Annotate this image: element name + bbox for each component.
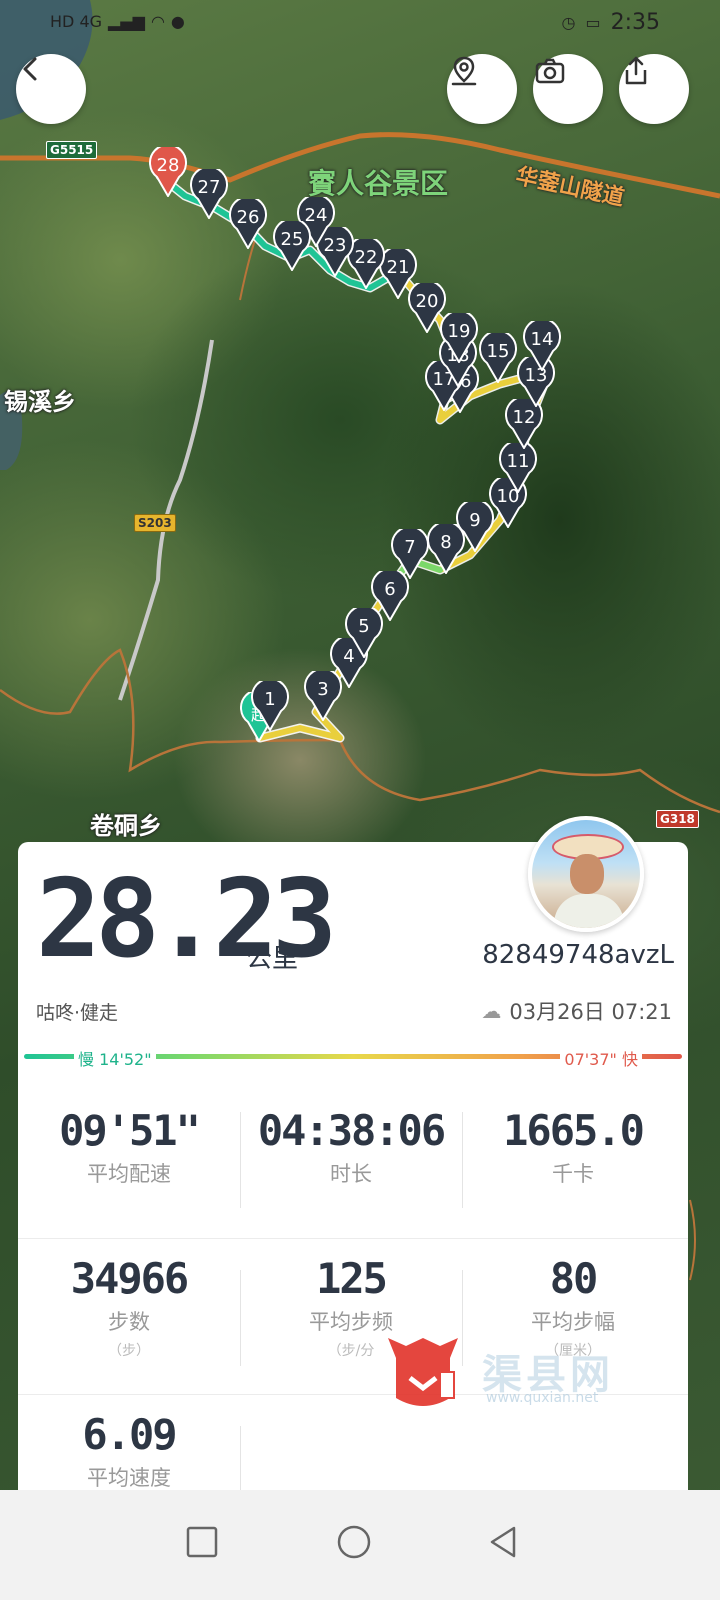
route-marker-label: 14 (530, 329, 554, 350)
stat-duration: 04:38:06 时长 (240, 1106, 462, 1188)
stat-avg-speed: 6.09 平均速度 (18, 1410, 240, 1492)
route-marker-15[interactable]: 15 (479, 333, 517, 383)
home-button[interactable] (324, 1512, 384, 1572)
watermark-sub: www.quxian.net (486, 1390, 599, 1406)
back-nav-button[interactable] (474, 1512, 534, 1572)
route-marker-7[interactable]: 7 (391, 529, 429, 579)
activity-type: 咕咚·健走 (36, 1002, 119, 1024)
location-icon (451, 56, 477, 86)
share-icon (625, 56, 647, 85)
stat-value: 04:38:06 (257, 1106, 446, 1155)
battery-icon: ▭ (585, 12, 601, 32)
route-marker-26[interactable]: 26 (229, 199, 267, 249)
route-marker-label: 7 (404, 537, 416, 558)
place-scenic-area: 賨人谷景区 (308, 167, 449, 200)
back-icon (23, 57, 37, 81)
stat-value: 34966 (70, 1254, 189, 1303)
route-marker-label: 6 (384, 579, 396, 600)
stat-value: 80 (549, 1254, 599, 1303)
stat-avg-pace: 09'51" 平均配速 (18, 1106, 240, 1188)
camera-icon (535, 58, 565, 84)
route-marker-label: 1 (264, 689, 276, 710)
stat-value: 1665.0 (503, 1106, 645, 1155)
activity-datetime: ☁ 03月26日 07:21 (481, 996, 672, 1026)
route-marker-25[interactable]: 25 (273, 221, 311, 271)
username: 82849748avzL (482, 940, 674, 970)
pace-slow-label: 慢 14'52" (74, 1046, 156, 1070)
route-marker-label: 12 (512, 407, 536, 428)
stat-value: 6.09 (82, 1410, 177, 1459)
road-shield-provincial: S203 (134, 514, 176, 532)
stat-value: 125 (316, 1254, 388, 1303)
status-bar: HD 4G ▂▄▆ ◠ ● ◷ ▭ 2:35 (0, 0, 720, 48)
clock-time: 2:35 (610, 10, 660, 35)
stat-calories: 1665.0 千卡 (462, 1106, 684, 1188)
road-shield-national: G318 (656, 810, 699, 828)
route-marker-14[interactable]: 14 (523, 321, 561, 371)
route-marker-27[interactable]: 27 (190, 169, 228, 219)
back-nav-icon (490, 1526, 516, 1558)
alarm-icon: ◷ (561, 12, 576, 32)
route-marker-11[interactable]: 11 (499, 443, 537, 493)
location-button[interactable] (447, 54, 517, 124)
route-marker-label: 15 (486, 341, 510, 362)
network-label: HD 4G (50, 12, 103, 31)
share-button[interactable] (619, 54, 689, 124)
system-nav-bar (0, 1490, 720, 1600)
stat-unit: （步） (108, 1343, 150, 1360)
camera-button[interactable] (533, 54, 603, 124)
recent-apps-icon (186, 1526, 218, 1558)
watermark-logo-icon (388, 1338, 458, 1406)
road-shield-expressway: G5515 (46, 141, 98, 159)
wifi-icon: ◠ (150, 12, 165, 31)
avatar[interactable] (528, 816, 644, 932)
back-button[interactable] (16, 54, 86, 124)
summary-card: 28.23 公里 82849748avzL 咕咚·健走 ☁ 03月26日 07:… (18, 816, 688, 1522)
route-marker-label: 27 (197, 177, 221, 198)
route-marker-label: 25 (280, 229, 304, 250)
home-icon (337, 1525, 371, 1559)
stat-steps: 34966 步数 （步） (18, 1254, 240, 1360)
route-marker-label: 28 (156, 155, 180, 176)
datetime-text: 03月26日 07:21 (509, 1000, 672, 1024)
route-marker-label: 11 (506, 451, 530, 472)
cloud-icon: ☁ (481, 999, 502, 1023)
route-marker-28[interactable]: 28 (149, 147, 187, 197)
recent-apps-button[interactable] (172, 1512, 232, 1572)
stat-label: 千卡 (552, 1162, 594, 1187)
pace-fast-label: 07'37" 快 (560, 1046, 642, 1070)
stat-label: 平均配速 (87, 1162, 171, 1187)
stat-label: 时长 (330, 1162, 372, 1187)
stat-label: 步数 (108, 1310, 150, 1335)
stat-label: 平均速度 (87, 1466, 171, 1491)
watermark: 渠县网 www.quxian.net (378, 1328, 668, 1418)
stat-value: 09'51" (59, 1106, 201, 1155)
signal-icon: ▂▄▆ (108, 12, 145, 31)
place-township-south: 卷硐乡 (90, 812, 162, 840)
pace-legend: 慢 14'52" 07'37" 快 (24, 1046, 682, 1070)
wechat-icon: ● (170, 12, 185, 31)
route-marker-1[interactable]: 1 (251, 681, 289, 731)
route-marker-label: 26 (236, 207, 260, 228)
distance-unit: 公里 (246, 944, 299, 974)
place-township-west: 锡溪乡 (4, 388, 76, 416)
